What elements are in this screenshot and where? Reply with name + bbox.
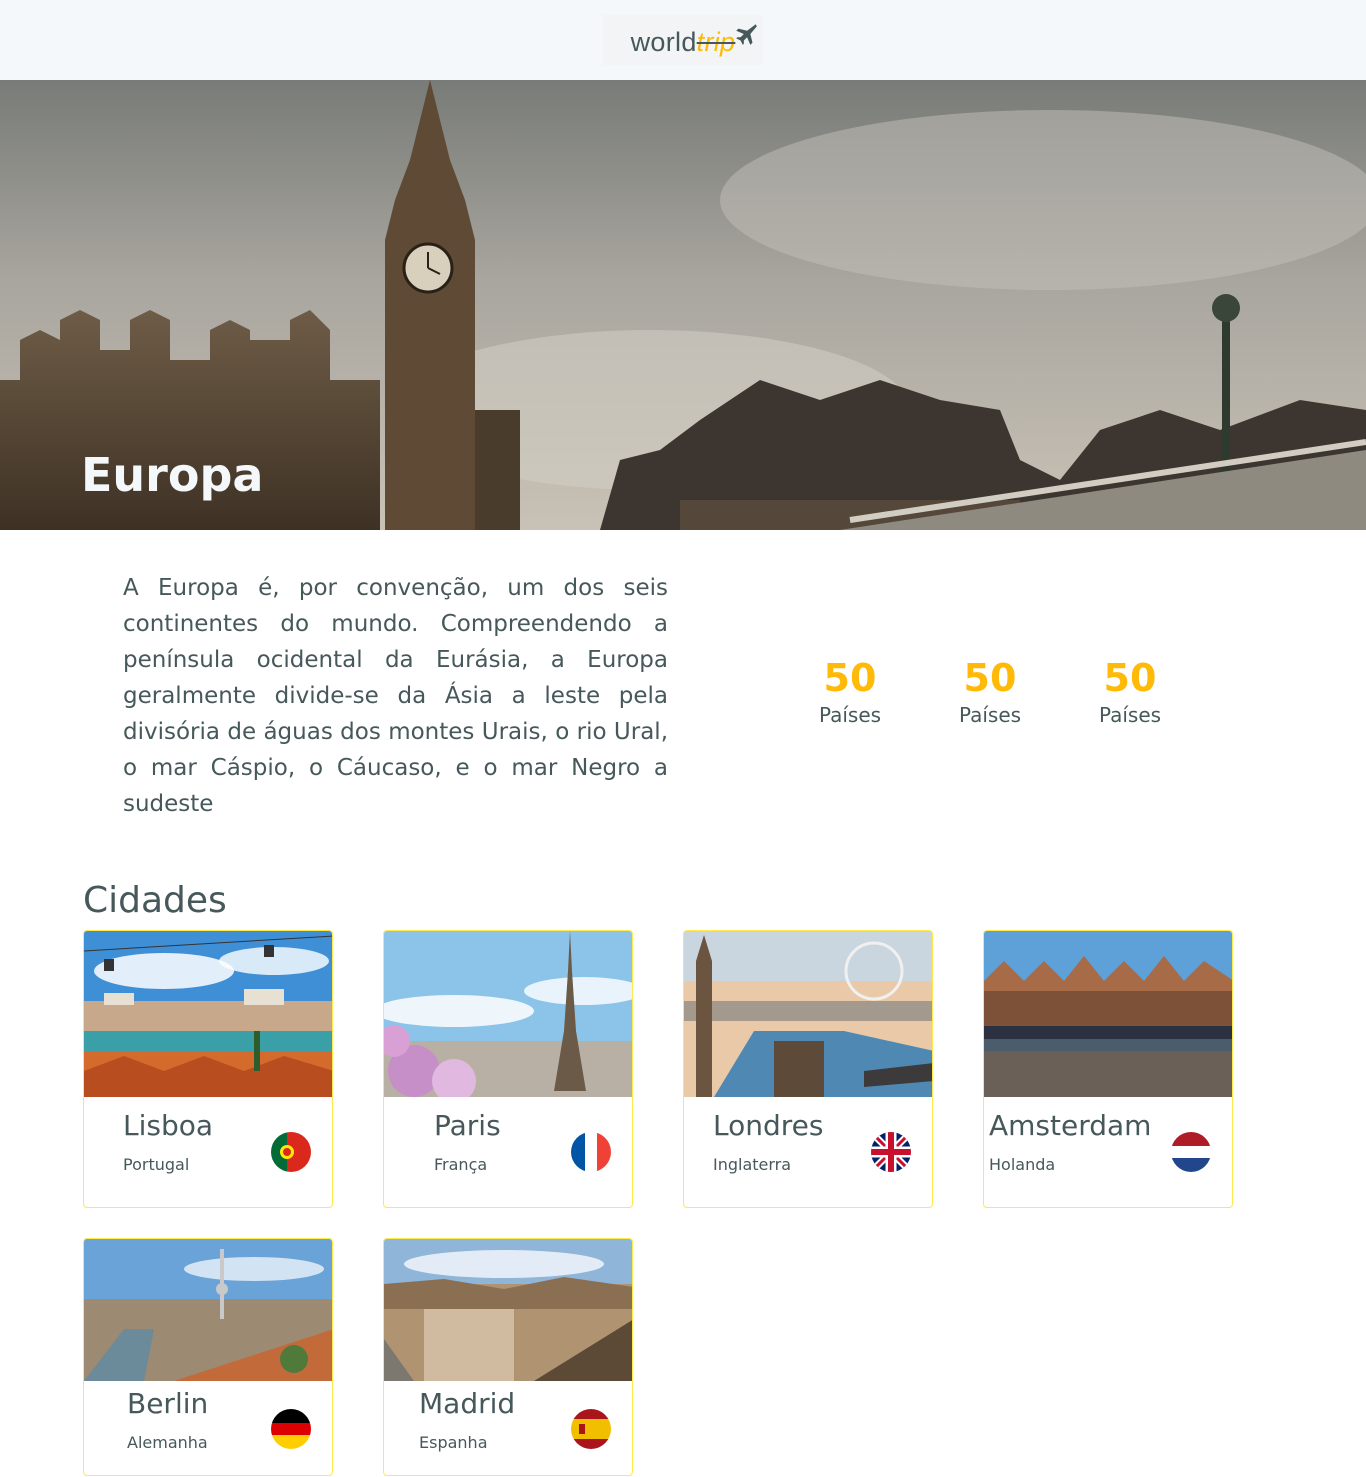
city-card[interactable]: Madrid Espanha xyxy=(383,1238,633,1476)
city-name: Berlin xyxy=(127,1387,209,1420)
card-body: Amsterdam Holanda xyxy=(984,1097,1232,1207)
worldtrip-logo[interactable]: worldtrip xyxy=(603,15,763,65)
stat-cities: 50 Países xyxy=(1060,656,1200,730)
city-country: Holanda xyxy=(989,1155,1056,1174)
city-country: Inglaterra xyxy=(713,1155,792,1174)
city-name: Amsterdam xyxy=(989,1109,1152,1142)
card-body: Lisboa Portugal xyxy=(84,1097,332,1207)
city-name: Paris xyxy=(434,1109,501,1142)
city-card[interactable]: Lisboa Portugal xyxy=(83,930,333,1208)
continent-title: Europa xyxy=(81,448,264,502)
netherlands-flag-icon xyxy=(1171,1132,1211,1172)
france-flag-icon xyxy=(571,1132,611,1172)
city-card[interactable]: Berlin Alemanha xyxy=(83,1238,333,1476)
card-body: Paris França xyxy=(384,1097,632,1207)
stat-countries: 50 Países xyxy=(780,656,920,730)
stat-label: Países xyxy=(1098,703,1162,727)
stat-languages: 50 Países xyxy=(920,656,1060,730)
continent-info: A Europa é, por convenção, um dos seis c… xyxy=(0,530,1366,882)
city-photo xyxy=(384,1239,632,1381)
card-body: Madrid Espanha xyxy=(384,1381,632,1475)
city-name: Londres xyxy=(713,1109,824,1142)
logo-text: worldtrip xyxy=(631,27,736,58)
city-photo xyxy=(84,931,332,1097)
city-card[interactable]: Londres Inglaterra xyxy=(683,930,933,1208)
spain-flag-icon xyxy=(571,1409,611,1449)
cities-title: Cidades xyxy=(83,880,227,921)
city-country: França xyxy=(434,1155,488,1174)
stat-number: 50 xyxy=(823,656,877,700)
city-photo xyxy=(84,1239,332,1381)
continent-banner: Europa xyxy=(0,80,1366,530)
city-photo xyxy=(684,931,932,1097)
city-photo xyxy=(984,931,1232,1097)
germany-flag-icon xyxy=(271,1409,311,1449)
city-country: Alemanha xyxy=(127,1433,208,1452)
portugal-flag-icon xyxy=(271,1132,311,1172)
city-name: Lisboa xyxy=(123,1109,214,1142)
stat-number: 50 xyxy=(963,656,1017,700)
city-photo xyxy=(384,931,632,1097)
city-card[interactable]: Amsterdam Holanda xyxy=(983,930,1233,1208)
uk-flag-icon xyxy=(871,1132,911,1172)
stat-label: Países xyxy=(818,703,882,727)
stats-row: 50 Países 50 Países 50 Países xyxy=(780,656,1200,730)
stat-label: Países xyxy=(958,703,1022,727)
logo-trip-text: trip xyxy=(696,26,736,57)
stat-number: 50 xyxy=(1103,656,1157,700)
airplane-icon xyxy=(736,24,757,45)
card-body: Londres Inglaterra xyxy=(684,1097,932,1207)
logo-world-text: world xyxy=(630,26,697,57)
city-country: Espanha xyxy=(419,1433,488,1452)
card-body: Berlin Alemanha xyxy=(84,1381,332,1475)
city-country: Portugal xyxy=(123,1155,190,1174)
city-name: Madrid xyxy=(419,1387,516,1420)
top-header: worldtrip xyxy=(0,0,1366,80)
continent-description: A Europa é, por convenção, um dos seis c… xyxy=(123,575,668,817)
city-card[interactable]: Paris França xyxy=(383,930,633,1208)
